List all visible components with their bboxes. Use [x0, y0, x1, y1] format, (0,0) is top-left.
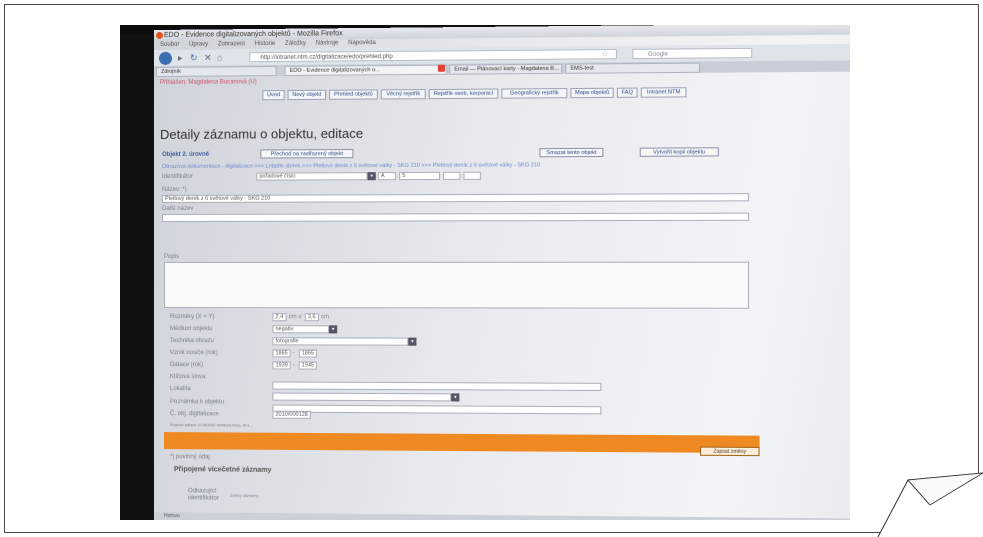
page-title: Detaily záznamu o objektu, editace — [160, 126, 363, 142]
range-dash: - — [293, 362, 295, 368]
copy-object-button[interactable]: Vytvořit kopii objektu — [640, 147, 719, 157]
tab-close-icon[interactable] — [438, 65, 445, 72]
linked-id-value: Žádný záznamy — [230, 493, 258, 498]
vznik-from-input[interactable]: 1865 — [272, 349, 290, 357]
datace-to-input[interactable]: 1945 — [299, 361, 317, 369]
rozmer-x-unit: cm x — [289, 314, 302, 320]
rozmer-y-unit: cm — [321, 314, 329, 320]
home-icon[interactable]: ⌂ — [217, 52, 222, 62]
tab-ems[interactable]: EMS-test — [565, 63, 700, 74]
medium-label: Médium objektu — [170, 326, 212, 332]
menu-item[interactable]: Nástroje — [316, 40, 339, 46]
chevron-down-icon[interactable]: ▾ — [451, 393, 459, 401]
tab-zdrojnik[interactable]: Zdrojník — [156, 66, 277, 77]
nav-rejstrik-osob[interactable]: Rejstřík osob, korporací — [429, 89, 499, 100]
monitor-screen: EDO - Evidence digitalizovaných objektů … — [154, 25, 850, 520]
delete-object-button[interactable]: Smazat tento objekt — [539, 148, 603, 157]
identifikator-c-input[interactable] — [443, 172, 460, 180]
nav-geograficky-rejstrik[interactable]: Geografický rejstřík — [501, 88, 567, 99]
rozmery-label: Rozměry (X × Y) — [170, 314, 215, 320]
popis-textarea[interactable] — [164, 262, 749, 309]
back-button[interactable] — [159, 52, 172, 65]
range-dash: - — [293, 350, 295, 356]
url-input[interactable]: http://intranet.ntm.cz/digitalizace/edo/… — [249, 49, 617, 62]
bookmark-star-icon[interactable]: ☆ — [601, 49, 608, 58]
nav-mapa-objektu[interactable]: Mapa objektů — [570, 88, 613, 98]
klicova-slova-input[interactable] — [272, 381, 601, 390]
nav-vecny-rejstrik[interactable]: Věcný rejstřík — [381, 89, 426, 99]
nav-intranet[interactable]: Intranet NTM — [641, 87, 687, 98]
lokalita-label: Lokalita — [170, 386, 191, 392]
technika-select[interactable]: fotografie — [272, 337, 408, 345]
nav-prehled-objektu[interactable]: Přehled objektů — [329, 89, 378, 99]
linked-records-heading: Připojené vícečetné záznamy — [174, 466, 271, 474]
last-edit-note: Poslední editace: 17.08.2010 Tarbiková A… — [170, 423, 252, 427]
tab-email[interactable]: Email — Plánovací karty - Magdalena B... — [449, 64, 562, 75]
chevron-down-icon[interactable]: ▾ — [368, 172, 376, 180]
menu-item[interactable]: Historie — [255, 41, 276, 47]
required-note: *) povinný údaj — [170, 454, 210, 460]
linked-id-label: Odkazující identifikátor — [188, 488, 224, 502]
identifikator-label: Identifikátor — [162, 174, 193, 180]
technika-label: Technika obrazu — [170, 338, 214, 344]
stop-icon[interactable]: ✕ — [204, 53, 212, 64]
dalsi-nazev-input[interactable] — [162, 213, 749, 222]
firefox-icon — [156, 32, 163, 39]
breadcrumb[interactable]: Obrazová dokumentace - digitalizace >>> … — [162, 162, 540, 170]
rozmer-x-input[interactable]: 2,4 — [272, 313, 286, 321]
poznamka-label: Poznámka k objektu — [170, 399, 224, 405]
datace-from-input[interactable]: 1939 — [272, 361, 290, 369]
object-level: Objekt 2. úrovně — [162, 152, 209, 158]
vznik-label: Vznik nosiče (rok) — [170, 350, 218, 356]
cislo-digitalizace-label: Č. obj. digitalizace — [170, 411, 219, 417]
identifikator-select[interactable]: pořadové číslo — [256, 172, 367, 180]
identifikator-a-input[interactable]: A — [378, 172, 396, 180]
identifikator-b-input[interactable]: 5 — [399, 172, 440, 180]
monitor-photo: EDO - Evidence digitalizovaných objektů … — [120, 25, 850, 520]
medium-select[interactable]: negativ — [272, 325, 329, 333]
popis-label: Popis — [164, 254, 179, 260]
nav-faq[interactable]: FAQ — [617, 88, 638, 98]
nav-novy-objekt[interactable]: Nový objekt — [288, 90, 326, 100]
chevron-down-icon[interactable]: ▾ — [408, 338, 416, 346]
cislo-digitalizace-input[interactable]: 2010/00012E — [272, 411, 310, 419]
save-bar — [164, 432, 760, 453]
chevron-down-icon[interactable]: ▾ — [329, 325, 337, 333]
parent-object-button[interactable]: Přechod na nadřazený objekt — [260, 149, 353, 158]
identifikator-d-input[interactable] — [463, 172, 480, 180]
menu-item[interactable]: Zobrazení — [218, 41, 245, 47]
save-button[interactable]: Zapsat změny — [700, 447, 760, 457]
klicova-slova-label: Klíčová slova — [170, 374, 205, 380]
datace-label: Datace (rok) — [170, 362, 203, 368]
lokalita-select[interactable] — [272, 393, 451, 402]
reload-icon[interactable]: ↻ — [190, 53, 198, 64]
nav-uvod[interactable]: Úvod — [262, 90, 284, 100]
browser-statusbar: Hotovo — [154, 512, 850, 520]
nazev-label: Název: *) — [162, 187, 187, 193]
menu-item[interactable]: Úpravy — [189, 42, 208, 48]
poznamka-input[interactable] — [272, 405, 601, 415]
vznik-to-input[interactable]: 1865 — [299, 349, 317, 357]
logged-user: Přihlášen: Magdalena Bucanová (U) — [160, 79, 257, 86]
search-input[interactable]: Google — [632, 48, 752, 59]
window-title: EDO - Evidence digitalizovaných objektů … — [164, 30, 343, 39]
page-curl-icon — [870, 465, 983, 537]
forward-icon[interactable]: ▸ — [178, 53, 183, 64]
menu-item[interactable]: Soubor — [160, 42, 179, 48]
menu-item[interactable]: Záložky — [285, 41, 306, 47]
nazev-input[interactable]: Pletlový deník z 6 světové války - SKG 2… — [162, 193, 749, 203]
rozmer-y-input[interactable]: 3,6 — [305, 313, 319, 321]
tab-edo[interactable]: EDO - Evidence digitalizovaných o... — [285, 65, 448, 76]
dalsi-nazev-label: Další název — [162, 206, 193, 212]
menu-item[interactable]: Nápověda — [348, 40, 376, 46]
